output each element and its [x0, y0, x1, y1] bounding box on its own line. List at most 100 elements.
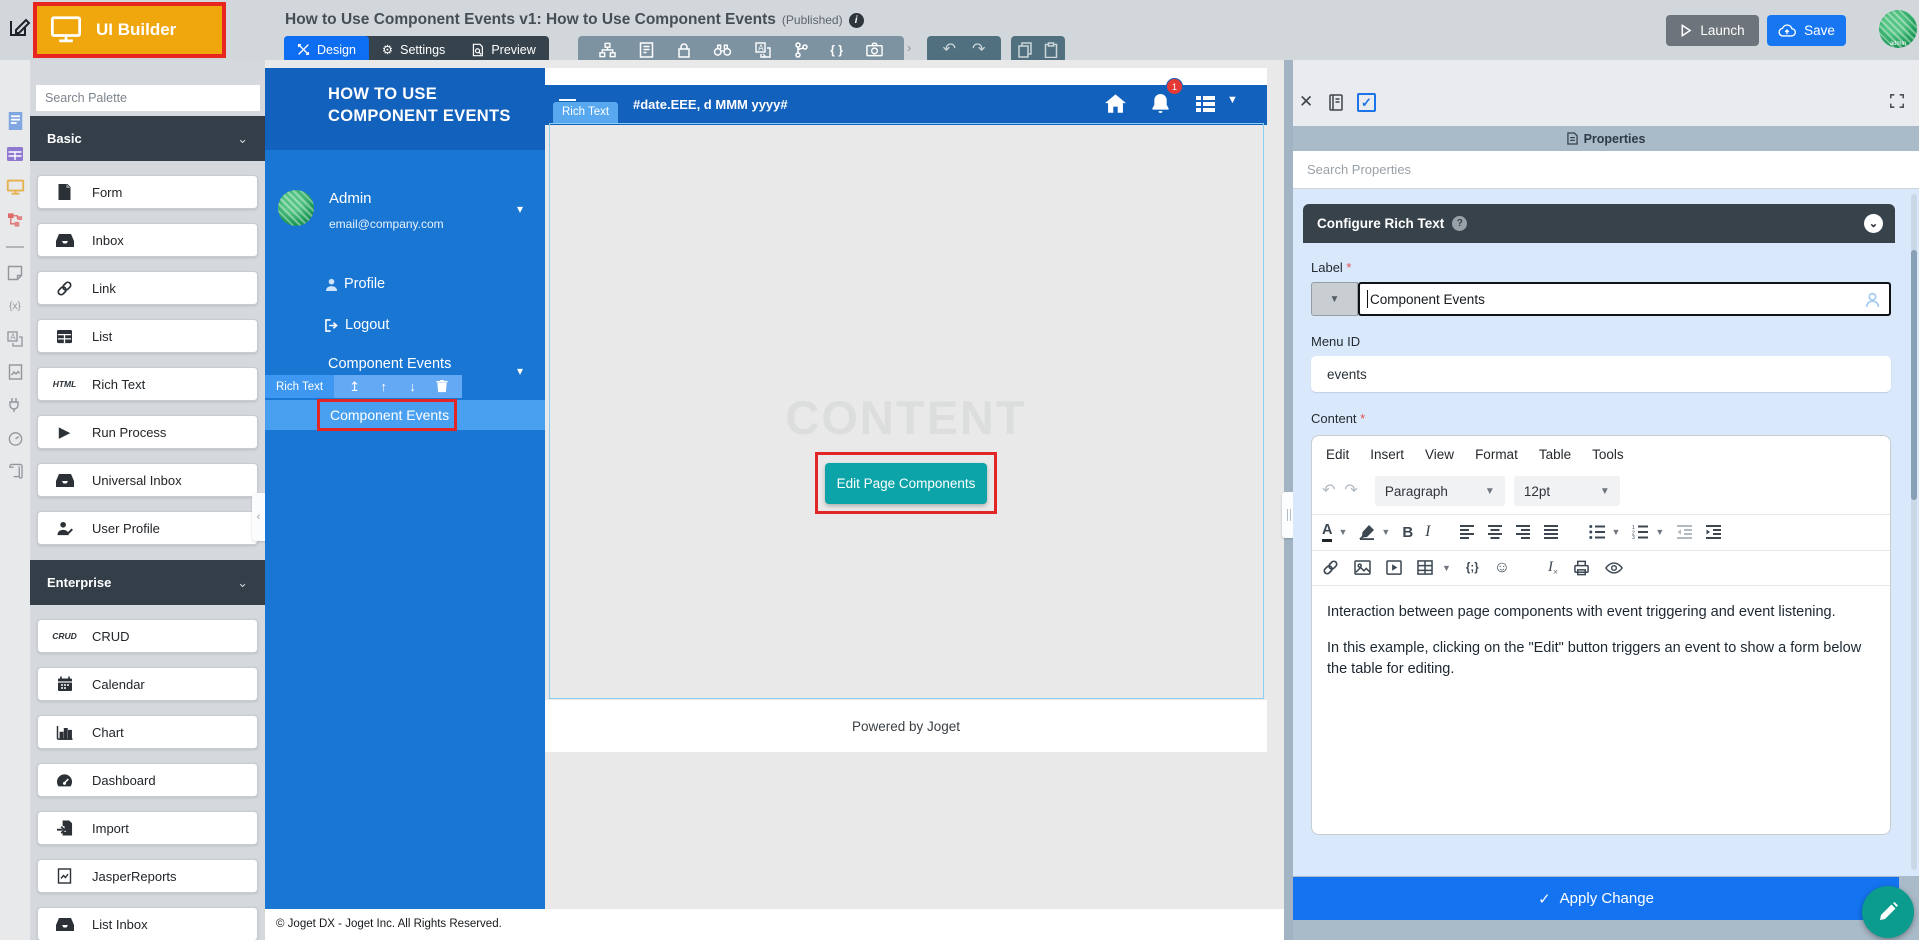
palette-item-chart[interactable]: Chart — [37, 715, 258, 749]
configure-section-header[interactable]: Configure Rich Text ? ⌄ — [1303, 204, 1895, 243]
palette-item-richtext[interactable]: HTML Rich Text — [37, 367, 258, 401]
palette-item-inbox[interactable]: Inbox — [37, 223, 258, 257]
move-top-icon[interactable]: ↥ — [340, 379, 369, 395]
palette-item-listinbox[interactable]: List Inbox — [37, 907, 258, 940]
properties-search-input[interactable] — [1293, 151, 1919, 189]
delete-icon[interactable] — [427, 380, 456, 393]
selected-menu-item[interactable]: Component Events — [317, 399, 457, 431]
copy-icon[interactable] — [1018, 42, 1033, 58]
align-right-icon[interactable] — [1515, 525, 1531, 539]
binoculars-icon[interactable] — [713, 42, 732, 57]
checkbox-icon[interactable]: ✓ — [1357, 93, 1376, 112]
monitor-gauge-icon[interactable] — [0, 425, 30, 451]
launch-button[interactable]: Launch — [1666, 15, 1759, 46]
braces-icon[interactable]: { } — [830, 43, 843, 57]
outdent-icon[interactable] — [1676, 525, 1693, 539]
git-branch-icon[interactable] — [794, 42, 808, 58]
notes-book-icon[interactable] — [1328, 94, 1344, 111]
palette-section-basic[interactable]: Basic ⌄ — [30, 116, 265, 161]
numbered-list-icon[interactable]: 123 — [1632, 525, 1649, 539]
variables-icon[interactable]: {x} — [0, 293, 30, 319]
notes-icon[interactable] — [0, 260, 30, 286]
label-prefix-select[interactable]: ▼ — [1311, 282, 1358, 316]
palette-item-jasperreports[interactable]: JasperReports — [37, 859, 258, 893]
move-down-icon[interactable]: ↓ — [398, 379, 427, 394]
panel-scrollbar[interactable] — [1911, 194, 1917, 870]
navbar-date-text[interactable]: #date.EEE, d MMM yyyy# — [633, 97, 788, 112]
process-module-icon[interactable] — [0, 207, 30, 233]
menu-table[interactable]: Table — [1539, 447, 1571, 462]
menu-tools[interactable]: Tools — [1592, 447, 1624, 462]
chevron-down-icon[interactable]: ▼ — [1338, 527, 1347, 537]
collapse-chevron-icon[interactable]: ⌄ — [1864, 214, 1883, 233]
undo-icon[interactable]: ↶ — [943, 42, 956, 58]
menu-view[interactable]: View — [1425, 447, 1454, 462]
form-module-icon[interactable] — [0, 108, 30, 134]
chevron-down-icon[interactable]: ▼ — [1612, 527, 1621, 537]
indent-icon[interactable] — [1705, 525, 1722, 539]
palette-item-calendar[interactable]: Calendar — [37, 667, 258, 701]
menu-format[interactable]: Format — [1475, 447, 1518, 462]
clear-format-icon[interactable]: I× — [1548, 559, 1558, 577]
palette-collapse-handle[interactable]: ‹ — [252, 493, 265, 541]
menu-insert[interactable]: Insert — [1370, 447, 1404, 462]
menu-edit[interactable]: Edit — [1326, 447, 1349, 462]
logs-icon[interactable] — [0, 458, 30, 484]
align-center-icon[interactable] — [1487, 525, 1503, 539]
media-doc-icon[interactable] — [0, 359, 30, 385]
toolbar-more-icon[interactable]: › — [907, 40, 911, 55]
redo-icon[interactable]: ↷ — [972, 42, 985, 58]
hint-user-icon[interactable] — [1865, 292, 1880, 308]
info-icon[interactable]: i — [849, 13, 864, 28]
print-icon[interactable] — [1573, 560, 1590, 576]
font-size-dropdown[interactable]: 12pt▼ — [1514, 476, 1620, 506]
insert-image-icon[interactable] — [1354, 560, 1371, 575]
tab-settings[interactable]: ⚙ Settings — [369, 36, 458, 63]
align-left-icon[interactable] — [1459, 525, 1475, 539]
paragraph-style-dropdown[interactable]: Paragraph▼ — [1375, 476, 1505, 506]
palette-item-dashboard[interactable]: Dashboard — [37, 763, 258, 797]
palette-item-form[interactable]: Form — [37, 175, 258, 209]
palette-item-crud[interactable]: CRUD CRUD — [37, 619, 258, 653]
code-sample-icon[interactable]: {;} — [1466, 562, 1479, 574]
datalist-module-icon[interactable] — [0, 141, 30, 167]
translate-icon[interactable]: A — [755, 42, 771, 58]
sitemap-icon[interactable] — [599, 42, 616, 58]
preview-menu-parent[interactable]: Component Events — [328, 356, 451, 372]
plugin-icon[interactable] — [0, 392, 30, 418]
emoji-icon[interactable]: ☺ — [1494, 560, 1510, 576]
bold-icon[interactable]: B — [1402, 524, 1413, 541]
tab-design[interactable]: Design — [284, 36, 369, 63]
move-up-icon[interactable]: ↑ — [369, 379, 398, 394]
user-avatar[interactable]: admin — [1879, 10, 1917, 48]
preview-eye-icon[interactable] — [1605, 561, 1623, 575]
close-icon[interactable]: ✕ — [1299, 92, 1313, 112]
editor-content[interactable]: Interaction between page components with… — [1312, 589, 1890, 708]
chevron-down-icon[interactable]: ▼ — [1655, 527, 1664, 537]
menuid-input[interactable]: events — [1311, 356, 1891, 392]
palette-item-import[interactable]: Import — [37, 811, 258, 845]
ui-builder-logo[interactable]: UI Builder — [33, 2, 226, 58]
lock-icon[interactable] — [677, 42, 691, 58]
palette-item-userprofile[interactable]: User Profile — [37, 511, 258, 545]
bullet-list-icon[interactable] — [1589, 525, 1606, 539]
palette-section-enterprise[interactable]: Enterprise ⌄ — [30, 560, 265, 605]
insert-table-icon[interactable] — [1417, 560, 1433, 575]
palette-search-input[interactable] — [36, 85, 260, 111]
palette-item-link[interactable]: Link — [37, 271, 258, 305]
edit-square-icon[interactable] — [7, 15, 31, 39]
ui-builder-module-icon[interactable] — [0, 174, 30, 200]
chevron-down-icon[interactable]: ▼ — [1381, 527, 1390, 537]
camera-icon[interactable] — [866, 42, 883, 57]
i18n-icon[interactable]: A — [0, 326, 30, 352]
paste-icon[interactable] — [1044, 42, 1058, 58]
insert-media-icon[interactable] — [1386, 560, 1402, 575]
apps-grid-icon[interactable] — [1196, 96, 1216, 112]
chevron-down-icon[interactable]: ▾ — [517, 364, 523, 378]
preview-user-block[interactable]: Admin email@company.com ▾ — [265, 190, 545, 240]
scrollbar-thumb[interactable] — [1911, 250, 1917, 500]
italic-icon[interactable]: I — [1425, 523, 1430, 541]
preview-menu-profile[interactable]: Profile — [325, 276, 385, 292]
insert-link-icon[interactable] — [1322, 559, 1339, 576]
edit-page-components-button[interactable]: Edit Page Components — [825, 463, 987, 504]
